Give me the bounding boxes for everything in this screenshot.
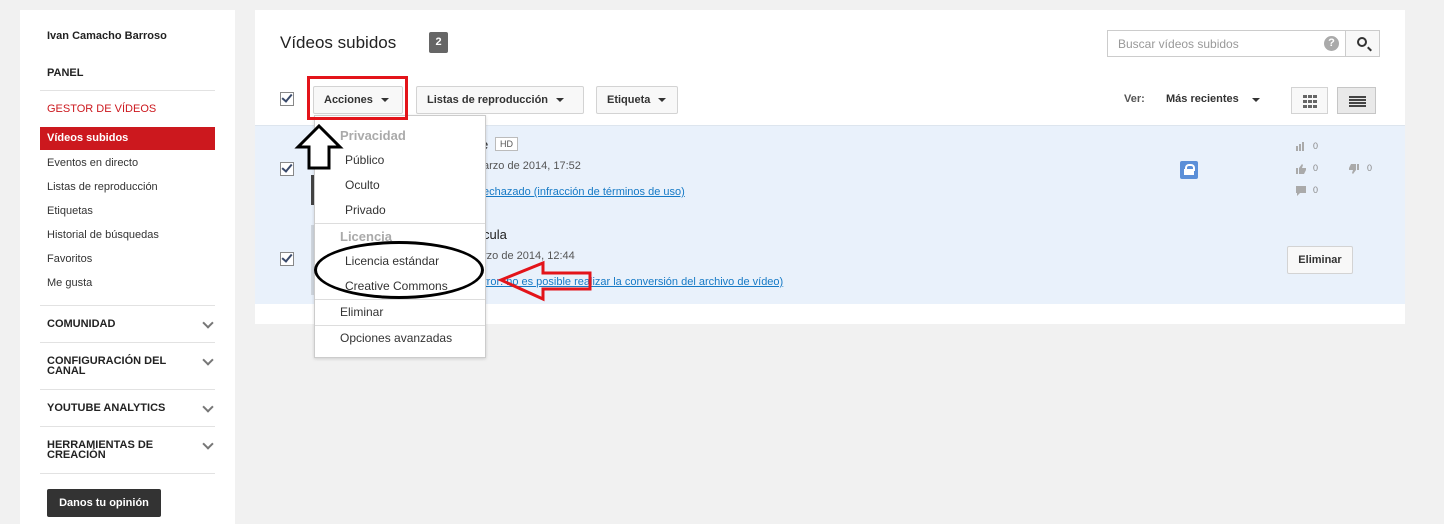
row-checkbox[interactable] (280, 161, 294, 176)
section-label: HERRAMIENTAS DE CREACIÓN (47, 439, 154, 461)
sidebar-section-channel-settings[interactable]: CONFIGURACIÓN DEL CANAL (47, 354, 214, 377)
sidebar-item-likes[interactable]: Me gusta (47, 277, 92, 289)
search-placeholder: Buscar vídeos subidos (1118, 37, 1239, 51)
check-icon (281, 251, 293, 263)
annotation-highlight-box (307, 76, 408, 120)
feedback-button[interactable]: Danos tu opinión (47, 489, 161, 517)
chevron-down-icon (202, 438, 214, 450)
tag-label: Etiqueta (607, 94, 651, 106)
grid-icon (1303, 95, 1317, 108)
delete-button[interactable]: Eliminar (1287, 246, 1353, 274)
chevron-down-icon (202, 354, 214, 366)
divider (40, 90, 215, 91)
divider (40, 342, 215, 343)
select-all-checkbox[interactable] (280, 91, 294, 106)
grid-view-button[interactable] (1291, 87, 1328, 114)
sidebar-section-video-manager[interactable]: GESTOR DE VÍDEOS (47, 103, 156, 115)
caret-down-icon (556, 98, 565, 103)
user-name[interactable]: Ivan Camacho Barroso (47, 30, 167, 42)
chevron-down-icon (202, 317, 214, 329)
check-icon (281, 161, 293, 173)
lock-icon (1180, 161, 1198, 179)
sidebar-item-search-history[interactable]: Historial de búsquedas (47, 229, 159, 241)
video-title[interactable]: cula (483, 227, 507, 242)
row-checkbox[interactable] (280, 251, 294, 266)
menu-item-advanced[interactable]: Opciones avanzadas (340, 331, 452, 345)
caret-down-icon (1252, 98, 1260, 102)
comments-count: 0 (1313, 185, 1319, 195)
sidebar-item-live-events[interactable]: Eventos en directo (47, 157, 138, 169)
dislikes-count: 0 (1367, 163, 1373, 173)
tag-dropdown-button[interactable]: Etiqueta (596, 86, 678, 114)
divider (40, 473, 215, 474)
menu-divider (315, 325, 485, 326)
sidebar-item-panel[interactable]: PANEL (47, 67, 83, 79)
comment-icon (1296, 186, 1306, 196)
sidebar-item-playlists[interactable]: Listas de reproducción (47, 181, 158, 193)
divider (40, 305, 215, 306)
sidebar-item-tags[interactable]: Etiquetas (47, 205, 93, 217)
video-status-link[interactable]: echazado (infracción de términos de uso) (483, 186, 685, 198)
views-icon (1296, 142, 1304, 151)
search-icon (1357, 37, 1367, 47)
help-icon[interactable]: ? (1324, 36, 1339, 51)
video-date: arzo de 2014, 17:52 (483, 160, 581, 172)
section-label: COMUNIDAD (47, 318, 116, 330)
chevron-down-icon (202, 401, 214, 413)
search-input[interactable]: Buscar vídeos subidos ? (1107, 30, 1346, 57)
menu-item-private[interactable]: Privado (345, 203, 386, 217)
hd-badge: HD (495, 137, 518, 151)
menu-divider (315, 299, 485, 300)
likes-count: 0 (1313, 163, 1319, 173)
annotation-up-arrow-icon (294, 123, 344, 170)
sidebar-section-community[interactable]: COMUNIDAD (47, 317, 214, 330)
sidebar-section-creation-tools[interactable]: HERRAMIENTAS DE CREACIÓN (47, 438, 214, 461)
sidebar-item-uploaded-videos[interactable]: Vídeos subidos (40, 127, 215, 150)
playlists-dropdown-button[interactable]: Listas de reproducción (416, 86, 584, 114)
menu-item-delete[interactable]: Eliminar (340, 305, 383, 319)
section-label: YOUTUBE ANALYTICS (47, 402, 166, 414)
sidebar: Ivan Camacho Barroso PANEL GESTOR DE VÍD… (20, 10, 235, 524)
section-label: CONFIGURACIÓN DEL CANAL (47, 355, 166, 377)
annotation-left-arrow-icon (497, 260, 592, 302)
sidebar-section-analytics[interactable]: YOUTUBE ANALYTICS (47, 401, 214, 414)
divider (40, 389, 215, 390)
menu-header-privacy: Privacidad (340, 128, 406, 143)
playlists-label: Listas de reproducción (427, 94, 549, 106)
check-icon (281, 91, 293, 103)
menu-item-public[interactable]: Público (345, 153, 384, 167)
sidebar-item-favorites[interactable]: Favoritos (47, 253, 92, 265)
view-label: Ver: (1124, 93, 1145, 105)
search-button[interactable] (1345, 30, 1380, 57)
menu-item-unlisted[interactable]: Oculto (345, 178, 380, 192)
video-count-badge: 2 (429, 32, 448, 53)
list-icon (1349, 96, 1366, 107)
views-count: 0 (1313, 141, 1319, 151)
dislike-icon (1349, 164, 1359, 174)
menu-divider (315, 223, 485, 224)
like-icon (1296, 164, 1306, 174)
annotation-ellipse (314, 241, 484, 299)
list-view-button[interactable] (1337, 87, 1376, 114)
page-title: Vídeos subidos (280, 33, 397, 52)
divider (40, 426, 215, 427)
caret-down-icon (658, 98, 667, 103)
sort-select[interactable]: Más recientes (1166, 93, 1239, 105)
